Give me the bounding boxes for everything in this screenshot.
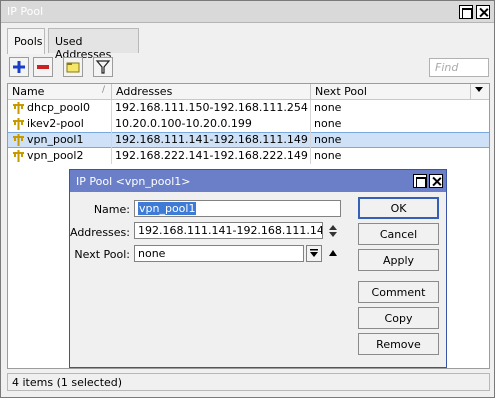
name-label: Name: (93, 203, 130, 216)
close-icon[interactable] (429, 174, 443, 188)
cell-addresses: 192.168.222.141-192.168.222.149 (112, 148, 311, 164)
cell-addresses: 192.168.111.141-192.168.111.149 (112, 132, 311, 148)
table-row[interactable]: ikev2-pool 10.20.0.100-10.20.0.199 none (8, 116, 489, 132)
close-icon[interactable] (476, 5, 490, 19)
cell-next-pool: none (314, 133, 342, 146)
name-field[interactable]: vpn_pool1 (134, 200, 341, 217)
toolbar: Find (7, 57, 489, 79)
table-row-selected[interactable]: vpn_pool1 192.168.111.141-192.168.111.14… (8, 132, 489, 148)
columns-menu-icon[interactable] (475, 87, 483, 92)
table-row[interactable]: dhcp_pool0 192.168.111.150-192.168.111.2… (8, 100, 489, 116)
edit-pool-dialog: IP Pool <vpn_pool1> Name: vpn_pool1 Addr… (69, 169, 447, 368)
comment-button[interactable]: Comment (358, 281, 439, 303)
tab-used-addresses[interactable]: Used Addresses (48, 28, 139, 61)
note-icon (66, 62, 80, 73)
maximize-icon[interactable] (413, 174, 427, 188)
tab-pools[interactable]: Pools (7, 28, 45, 54)
add-button[interactable] (9, 57, 29, 77)
remove-button[interactable]: Remove (358, 333, 439, 355)
window-title: IP Pool (7, 5, 44, 18)
sort-icon: / (101, 85, 105, 95)
window-titlebar[interactable]: IP Pool (1, 1, 494, 23)
cell-name: dhcp_pool0 (24, 100, 112, 116)
column-header-name[interactable]: Name / (8, 84, 112, 100)
cell-name: vpn_pool2 (24, 148, 112, 164)
cell-addresses: 192.168.111.150-192.168.111.254 (112, 100, 311, 116)
updown-icon[interactable] (328, 223, 338, 239)
next-pool-label: Next Pool: (74, 248, 130, 261)
filter-icon (95, 60, 111, 74)
next-pool-select[interactable]: none (134, 245, 304, 262)
table-header: Name / Addresses Next Pool (8, 84, 489, 100)
plus-icon (13, 61, 25, 73)
comment-button[interactable] (63, 57, 83, 77)
ip-pool-window: IP Pool Pools Used Addresses Find Name /… (0, 0, 495, 398)
dropdown-button[interactable] (306, 245, 322, 262)
addresses-label: Addresses: (69, 226, 130, 239)
filter-button[interactable] (93, 57, 113, 77)
column-header-addresses[interactable]: Addresses (112, 84, 311, 100)
minus-icon (37, 65, 49, 69)
table-row[interactable]: vpn_pool2 192.168.222.141-192.168.222.14… (8, 148, 489, 164)
apply-button[interactable]: Apply (358, 249, 439, 271)
collapse-up-icon[interactable] (328, 248, 338, 258)
dialog-title: IP Pool <vpn_pool1> (76, 175, 191, 188)
status-bar: 4 items (1 selected) (7, 373, 490, 391)
cancel-button[interactable]: Cancel (358, 223, 439, 245)
addresses-field[interactable]: 192.168.111.141-192.168.111.149 (134, 222, 323, 239)
cell-next-pool: none (314, 149, 342, 162)
maximize-icon[interactable] (459, 5, 473, 19)
chevron-down-icon (310, 249, 318, 257)
cell-name: ikev2-pool (24, 116, 112, 132)
cell-next-pool: none (314, 101, 342, 114)
remove-button[interactable] (33, 57, 53, 77)
dialog-titlebar[interactable]: IP Pool <vpn_pool1> (70, 170, 446, 192)
cell-addresses: 10.20.0.100-10.20.0.199 (112, 116, 311, 132)
copy-button[interactable]: Copy (358, 307, 439, 329)
find-input[interactable]: Find (429, 58, 489, 77)
ok-button[interactable]: OK (358, 197, 439, 219)
cell-next-pool: none (314, 117, 342, 130)
cell-name: vpn_pool1 (24, 132, 112, 148)
column-header-next-pool[interactable]: Next Pool (311, 84, 471, 100)
